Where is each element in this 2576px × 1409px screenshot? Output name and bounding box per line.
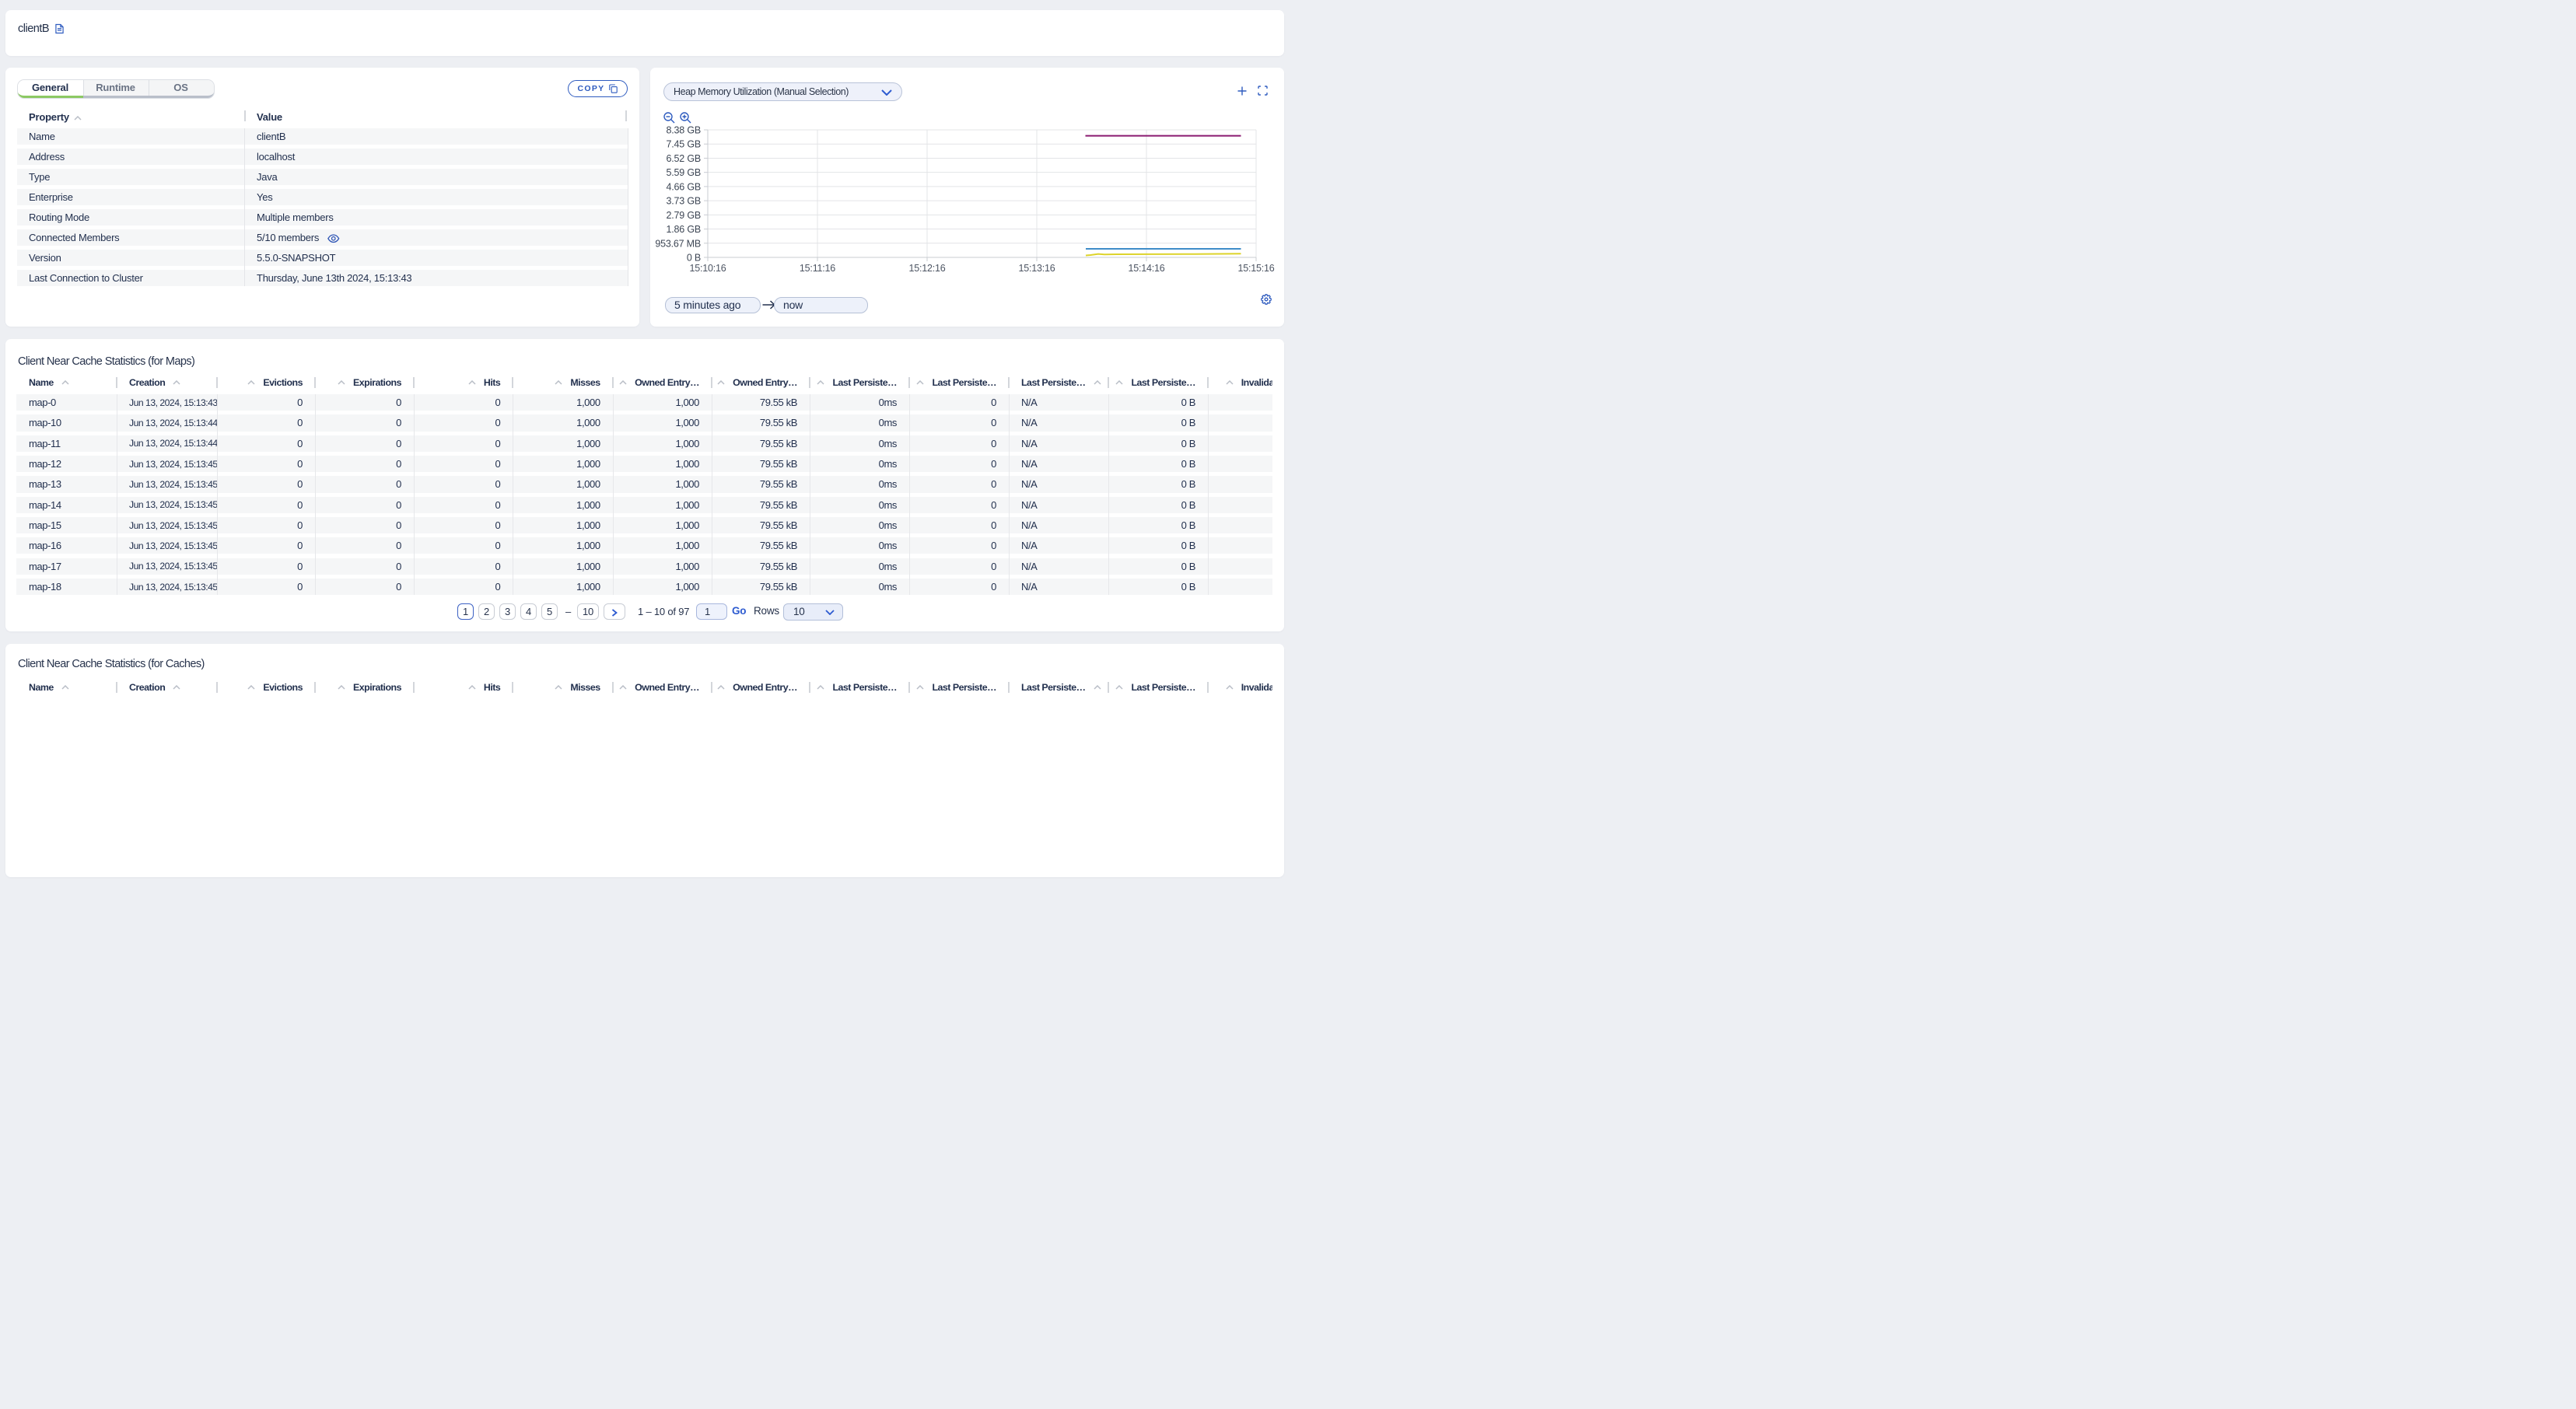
svg-text:2.79 GB: 2.79 GB [667, 210, 701, 221]
svg-text:4.66 GB: 4.66 GB [667, 181, 701, 192]
svg-text:15:13:16: 15:13:16 [1018, 263, 1055, 274]
svg-text:0 B: 0 B [687, 253, 701, 264]
svg-text:8.38 GB: 8.38 GB [667, 125, 701, 136]
svg-text:1.86 GB: 1.86 GB [667, 224, 701, 235]
svg-text:15:15:16: 15:15:16 [1237, 263, 1274, 274]
svg-text:7.45 GB: 7.45 GB [667, 139, 701, 150]
svg-text:15:10:16: 15:10:16 [689, 263, 726, 274]
svg-text:15:11:16: 15:11:16 [800, 263, 835, 274]
svg-text:3.73 GB: 3.73 GB [667, 196, 701, 207]
svg-text:6.52 GB: 6.52 GB [667, 153, 701, 164]
svg-text:15:12:16: 15:12:16 [908, 263, 945, 274]
svg-text:953.67 MB: 953.67 MB [655, 238, 701, 249]
svg-text:5.59 GB: 5.59 GB [667, 167, 701, 178]
svg-text:15:14:16: 15:14:16 [1128, 263, 1164, 274]
